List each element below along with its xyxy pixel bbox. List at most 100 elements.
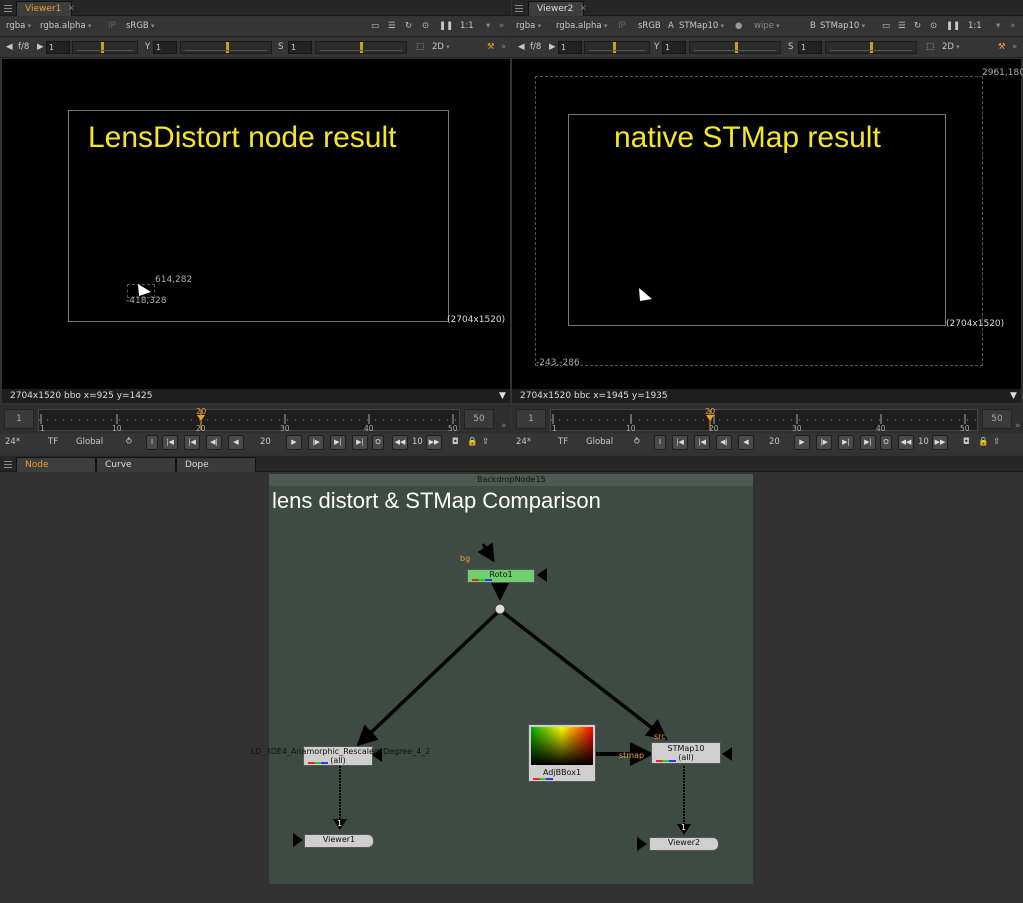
out-point-button[interactable]: O (880, 435, 892, 450)
channels-dropdown[interactable]: rgba (6, 21, 31, 31)
in-point-button[interactable]: I (654, 435, 666, 450)
gamma-slider[interactable] (180, 41, 272, 54)
input-a-dropdown[interactable]: STMap10 (679, 21, 724, 31)
refresh-icon[interactable]: ↻ (405, 21, 412, 31)
tf-dropdown[interactable]: TF (48, 437, 58, 447)
gamma-slider[interactable] (689, 41, 781, 54)
gamma-field[interactable]: 1 (662, 41, 686, 54)
view-mode-dropdown[interactable]: 2D (942, 42, 960, 52)
adjbbox-node[interactable]: AdjBBox1 (528, 724, 596, 782)
roi-icon[interactable]: ▭ (371, 21, 379, 31)
prev-key-button[interactable]: |◀ (694, 435, 710, 450)
timeline-end-field[interactable]: 50 (464, 409, 494, 429)
backdrop-node[interactable]: BackdropNode15 lens distort & STMap Comp… (251, 474, 753, 884)
next-frame-button[interactable]: |▶ (816, 435, 832, 450)
pause-icon[interactable]: ❚❚ (439, 21, 453, 31)
roi-select-icon[interactable]: ⬚ (416, 42, 424, 52)
fstop-right-icon[interactable]: ▶ (37, 42, 44, 52)
refresh-icon[interactable]: ↻ (914, 21, 921, 31)
fstop-left-icon[interactable]: ◀ (6, 42, 13, 52)
global-dropdown[interactable]: Global (76, 437, 103, 447)
ip-button[interactable]: IP (108, 21, 116, 31)
flipbook-icon[interactable]: ◘ (963, 437, 970, 447)
play-button[interactable]: ▶ (794, 435, 810, 450)
close-icon[interactable]: ✕ (67, 4, 75, 14)
collapse-icon[interactable]: » (499, 21, 504, 31)
close-icon[interactable]: ✕ (579, 4, 587, 14)
last-frame-button[interactable]: ▶| (860, 435, 876, 450)
viewer2-canvas[interactable]: native STMap result (2704x1520) 2961,180… (512, 59, 1023, 389)
step-field[interactable]: 10 (918, 437, 929, 447)
viewer2-node[interactable]: Viewer2 (649, 837, 719, 851)
gamma-field[interactable]: 1 (153, 41, 177, 54)
zoom-label[interactable]: 1:1 (968, 21, 982, 31)
roi-icon[interactable]: ▭ (882, 21, 890, 31)
loop-icon[interactable]: ⥁ (634, 437, 640, 447)
fps-dropdown[interactable]: 24* (5, 437, 20, 447)
frame-field[interactable]: 20 (260, 437, 271, 447)
prev-frame-button[interactable]: ◀| (716, 435, 732, 450)
colorspace-label[interactable]: sRGB (638, 21, 661, 31)
roto-node[interactable]: Roto1 (467, 569, 535, 583)
next-key-button[interactable]: ▶| (838, 435, 854, 450)
in-point-button[interactable]: I (146, 435, 158, 450)
play-back-button[interactable]: ◀ (228, 435, 244, 450)
saturation-field[interactable]: 1 (288, 41, 312, 54)
viewer1-node[interactable]: Viewer1 (304, 834, 374, 848)
next-key-button[interactable]: ▶| (330, 435, 346, 450)
paint-icon[interactable]: ⚒ (487, 42, 495, 52)
collapse-icon[interactable]: » (501, 42, 506, 52)
graph-grip-icon[interactable] (4, 459, 12, 468)
lens-distort-node[interactable]: LD_3DE4_Anamorphic_Rescaled_Degree_4_2 (… (251, 746, 430, 766)
saturation-slider[interactable] (825, 41, 917, 54)
play-back-button[interactable]: ◀ (738, 435, 754, 450)
export-icon[interactable]: ⇪ (993, 437, 1000, 447)
wipe-dropdown[interactable]: wipe (754, 21, 780, 31)
step-back-button[interactable]: ◀◀ (392, 435, 408, 450)
gain-slider[interactable] (72, 41, 138, 54)
stmap-node[interactable]: STMap10 (all) (651, 742, 721, 764)
viewer1-canvas[interactable]: LensDistort node result (2704x1520) 614,… (2, 59, 510, 389)
step-back-button[interactable]: ◀◀ (898, 435, 914, 450)
input-b-dropdown[interactable]: STMap10 (820, 21, 865, 31)
loop-icon[interactable]: ⥁ (126, 437, 132, 447)
prev-frame-button[interactable]: ◀| (206, 435, 222, 450)
step-forward-button[interactable]: ▶▶ (426, 435, 442, 450)
zoom-label[interactable]: 1:1 (460, 21, 474, 31)
pause-icon[interactable]: ❚❚ (946, 21, 960, 31)
step-forward-button[interactable]: ▶▶ (932, 435, 948, 450)
first-frame-button[interactable]: |◀ (672, 435, 688, 450)
fstop-right-icon[interactable]: ▶ (549, 42, 556, 52)
lock-icon[interactable]: 🔒 (467, 437, 478, 447)
sync-icon[interactable]: ⊙ (930, 21, 937, 31)
view-mode-dropdown[interactable]: 2D (432, 42, 450, 52)
export-icon[interactable]: ⇪ (482, 437, 489, 447)
timeline-start-field[interactable]: 1 (516, 409, 546, 429)
colorspace-dropdown[interactable]: sRGB (126, 21, 155, 31)
flipbook-icon[interactable]: ◘ (452, 437, 459, 447)
viewer2-grip-icon[interactable] (515, 3, 523, 12)
global-dropdown[interactable]: Global (586, 437, 613, 447)
paint-icon[interactable]: ⚒ (998, 42, 1006, 52)
zoom-dropdown-icon[interactable]: ▾ (996, 21, 1000, 31)
collapse-icon[interactable]: » (1015, 421, 1021, 431)
saturation-field[interactable]: 1 (798, 41, 822, 54)
roi-select-icon[interactable]: ⬚ (926, 42, 934, 52)
tf-dropdown[interactable]: TF (558, 437, 568, 447)
lut-icon[interactable]: ☰ (898, 21, 906, 31)
tab-viewer1[interactable]: Viewer1 ✕ (16, 1, 75, 16)
fstop-left-icon[interactable]: ◀ (518, 42, 525, 52)
lut-icon[interactable]: ☰ (388, 21, 396, 31)
gain-field[interactable]: 1 (46, 41, 70, 54)
alpha-dropdown[interactable]: rgba.alpha (556, 21, 607, 31)
play-button[interactable]: ▶ (286, 435, 302, 450)
step-field[interactable]: 10 (412, 437, 423, 447)
timeline-start-field[interactable]: 1 (4, 409, 34, 429)
channels-dropdown[interactable]: rgba (516, 21, 541, 31)
lock-icon[interactable]: 🔒 (978, 437, 989, 447)
gain-field[interactable]: 1 (558, 41, 582, 54)
first-frame-button[interactable]: |◀ (162, 435, 178, 450)
tab-viewer2[interactable]: Viewer2 ✕ (528, 1, 587, 16)
node-graph-canvas[interactable]: BackdropNode15 lens distort & STMap Comp… (0, 473, 1023, 903)
wipe-circle-icon[interactable]: ● (735, 21, 742, 31)
